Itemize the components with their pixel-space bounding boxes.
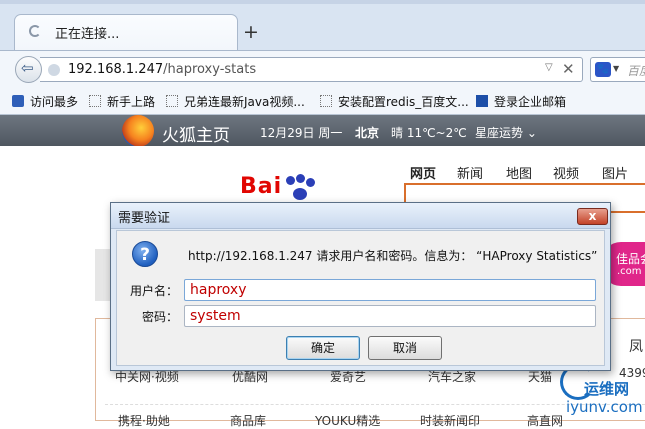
bookmark-label: 登录企业邮箱 xyxy=(494,95,567,109)
promo-text: 佳品会 xyxy=(616,252,645,266)
divider xyxy=(105,404,645,405)
horoscope-link[interactable]: 星座运势 ⌄ xyxy=(475,124,537,141)
baidu-tab-news[interactable]: 新闻 xyxy=(457,163,483,182)
bookmark-label: 安装配置redis_百度文... xyxy=(338,95,469,109)
dialog-titlebar[interactable]: 需要验证 x xyxy=(111,203,610,229)
stop-loading-icon[interactable]: ✕ xyxy=(562,60,575,78)
baidu-engine-icon[interactable]: 🐾 xyxy=(595,62,611,77)
book-icon xyxy=(12,95,24,107)
page-icon xyxy=(320,95,332,107)
weather-text[interactable]: 晴 11℃~2℃ xyxy=(391,124,467,141)
bookmarks-toolbar: 访问最多 新手上路 兄弟连最新Java视频... 安装配置redis_百度文..… xyxy=(0,88,645,115)
page-icon xyxy=(89,95,101,107)
new-tab-button[interactable]: + xyxy=(243,23,259,42)
baidu-tab-images[interactable]: 图片 xyxy=(602,163,628,182)
tab-active[interactable]: 正在连接... xyxy=(14,14,238,51)
url-history-dropdown-icon[interactable]: ▽ xyxy=(545,62,553,73)
back-button[interactable]: ⇦ xyxy=(15,56,42,83)
bookmark-label: 兄弟连最新Java视频... xyxy=(184,95,305,109)
username-input[interactable] xyxy=(184,279,596,301)
dialog-title: 需要验证 xyxy=(118,211,171,226)
bookmark-item[interactable]: 安装配置redis_百度文... xyxy=(320,93,469,110)
side-link[interactable]: 凤 xyxy=(629,336,643,356)
back-arrow-icon: ⇦ xyxy=(21,59,34,77)
baidu-tab-web[interactable]: 网页 xyxy=(410,163,436,182)
tab-strip-top-edge xyxy=(0,0,645,4)
bookmark-item[interactable]: 新手上路 xyxy=(89,93,155,110)
tab-strip: 正在连接... + xyxy=(0,0,645,51)
auth-dialog: 需要验证 x ? http://192.168.1.247 请求用户名和密码。信… xyxy=(110,202,611,371)
baidu-logo: Bai xyxy=(240,174,283,199)
bookmark-item[interactable]: 兄弟连最新Java视频... xyxy=(166,93,305,110)
bookmark-item[interactable]: 登录企业邮箱 xyxy=(476,93,566,110)
mail-logo-icon xyxy=(476,95,488,107)
dialog-body: ? http://192.168.1.247 请求用户名和密码。信息为： “HA… xyxy=(116,230,605,366)
promo-subtext: .com xyxy=(617,266,642,277)
navigation-bar: 192.168.1.247/haproxy-stats ▽ ✕ ⇦ 🐾 ▼ 百度 xyxy=(0,50,645,89)
baidu-paw-icon xyxy=(282,174,316,202)
url-path: /haproxy-stats xyxy=(163,62,257,77)
firefox-home-header: 火狐主页 12月29日 周一 北京 晴 11℃~2℃ 星座运势 ⌄ xyxy=(0,115,645,147)
dialog-message: http://192.168.1.247 请求用户名和密码。信息为： “HAPr… xyxy=(188,249,598,263)
site-identity-icon[interactable] xyxy=(48,64,60,76)
baidu-tab-map[interactable]: 地图 xyxy=(506,163,532,182)
watermark-url: iyunv.com xyxy=(566,398,643,416)
firefox-logo-icon[interactable] xyxy=(122,115,154,147)
password-input[interactable] xyxy=(184,305,596,327)
bookmark-label: 访问最多 xyxy=(30,95,79,109)
city-link[interactable]: 北京 xyxy=(355,124,379,141)
password-label: 密码： xyxy=(141,310,178,324)
tab-title: 正在连接... xyxy=(55,27,120,42)
ok-button[interactable]: 确定 xyxy=(286,336,360,360)
firefox-home-title[interactable]: 火狐主页 xyxy=(162,121,230,146)
baidu-tab-video[interactable]: 视频 xyxy=(553,163,579,182)
loading-spinner-icon xyxy=(29,25,41,37)
url-text[interactable]: 192.168.1.247/haproxy-stats xyxy=(68,62,256,77)
horoscope-label: 星座运势 xyxy=(475,126,524,140)
url-bar[interactable]: 192.168.1.247/haproxy-stats ▽ ✕ xyxy=(40,57,583,82)
bookmark-item[interactable]: 访问最多 xyxy=(12,93,78,110)
search-bar[interactable]: 🐾 ▼ 百度 xyxy=(590,57,645,82)
search-engine-dropdown-icon[interactable]: ▼ xyxy=(613,64,619,73)
chevron-down-icon: ⌄ xyxy=(526,126,537,140)
side-block xyxy=(95,249,111,301)
date-text: 12月29日 周一 xyxy=(260,126,343,140)
cancel-button[interactable]: 取消 xyxy=(368,336,442,360)
page-icon xyxy=(166,95,178,107)
search-placeholder: 百度 xyxy=(627,64,645,78)
question-icon: ? xyxy=(132,241,158,267)
username-label: 用户名： xyxy=(129,284,178,298)
bookmark-label: 新手上路 xyxy=(107,95,156,109)
url-host: 192.168.1.247 xyxy=(68,62,164,77)
watermark-text: 运维网 xyxy=(584,380,630,398)
close-button[interactable]: x xyxy=(577,208,608,225)
